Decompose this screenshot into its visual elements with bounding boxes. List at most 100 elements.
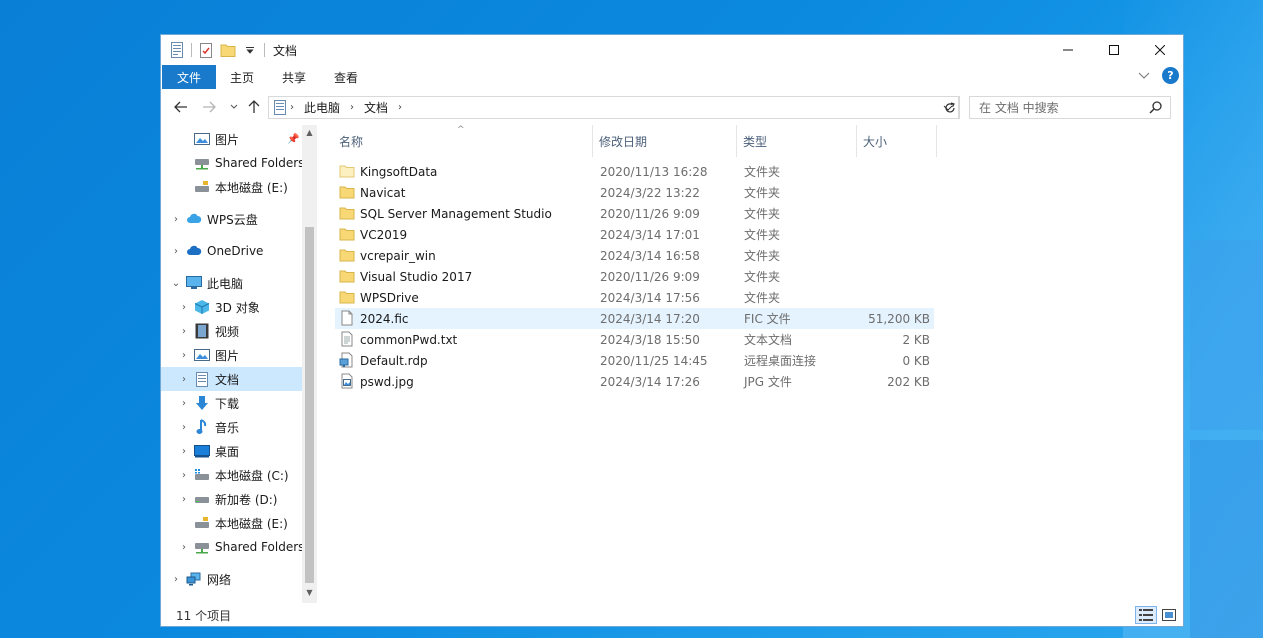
- column-headers: 名称 ^ 修改日期 类型 大小: [333, 125, 1113, 157]
- column-header-date[interactable]: 修改日期: [593, 125, 737, 157]
- scroll-up-icon[interactable]: ▲: [302, 125, 317, 139]
- table-row[interactable]: SQL Server Management Studio 2020/11/26 …: [335, 203, 934, 224]
- nav-item-shared-folders-2[interactable]: › Shared Folders: [161, 535, 304, 559]
- table-row[interactable]: Navicat 2024/3/22 13:22 文件夹: [335, 182, 934, 203]
- customize-toolbar-chevron-icon[interactable]: [242, 42, 258, 58]
- nav-item-local-disk-e[interactable]: 本地磁盘 (E:): [161, 175, 302, 199]
- search-input[interactable]: 在 文档 中搜索: [969, 96, 1171, 119]
- close-button[interactable]: [1137, 35, 1183, 65]
- search-placeholder: 在 文档 中搜索: [979, 101, 1059, 115]
- folder-icon: [339, 184, 355, 200]
- nav-item-pictures-pinned[interactable]: 图片 📌: [161, 127, 302, 151]
- chevron-right-icon[interactable]: ›: [179, 326, 189, 337]
- nav-item-desktop[interactable]: › 桌面: [161, 439, 302, 463]
- locked-drive-icon: [194, 179, 210, 195]
- breadcrumb-separator-icon[interactable]: ›: [286, 102, 298, 113]
- up-button[interactable]: [242, 95, 266, 119]
- explorer-window: 文档 文件 主页 共享 查看 ? › 此电脑 › 文档 › 在 文档 中搜索 图…: [160, 34, 1184, 627]
- tab-home[interactable]: 主页: [216, 65, 268, 89]
- nav-item-local-disk-c[interactable]: › 本地磁盘 (C:): [161, 463, 302, 487]
- chevron-right-icon[interactable]: ›: [179, 542, 189, 553]
- large-icons-view-button[interactable]: [1158, 606, 1180, 624]
- forward-button[interactable]: [197, 95, 221, 119]
- chevron-right-icon[interactable]: ›: [179, 398, 189, 409]
- table-row[interactable]: WPSDrive 2024/3/14 17:56 文件夹: [335, 287, 934, 308]
- ribbon-tabs: 文件 主页 共享 查看 ?: [161, 65, 1183, 89]
- nav-item-wps-cloud[interactable]: › WPS云盘: [161, 207, 302, 231]
- folder-icon: [339, 289, 355, 305]
- tab-view[interactable]: 查看: [320, 65, 372, 89]
- chevron-right-icon[interactable]: ›: [179, 302, 189, 313]
- nav-item-downloads[interactable]: › 下载: [161, 391, 302, 415]
- documents-icon: [269, 100, 286, 115]
- nav-item-music[interactable]: › 音乐: [161, 415, 302, 439]
- chevron-right-icon[interactable]: ›: [171, 246, 181, 257]
- maximize-icon: [1109, 45, 1119, 55]
- scroll-down-icon[interactable]: ▼: [302, 585, 317, 599]
- table-row[interactable]: VC2019 2024/3/14 17:01 文件夹: [335, 224, 934, 245]
- chevron-right-icon[interactable]: ›: [179, 350, 189, 361]
- help-icon[interactable]: ?: [1162, 67, 1179, 84]
- window-controls: [1045, 35, 1183, 65]
- nav-item-documents[interactable]: › 文档: [161, 367, 302, 391]
- videos-icon: [194, 323, 210, 339]
- chevron-right-icon[interactable]: ›: [179, 374, 189, 385]
- column-header-type[interactable]: 类型: [737, 125, 857, 157]
- title-bar: 文档: [161, 35, 1183, 65]
- table-row[interactable]: KingsoftData 2020/11/13 16:28 文件夹: [335, 161, 934, 182]
- documents-icon: [194, 371, 210, 387]
- file-list: 名称 ^ 修改日期 类型 大小 KingsoftData 2020/11/13 …: [333, 125, 1183, 603]
- minimize-button[interactable]: [1045, 35, 1091, 65]
- tab-share[interactable]: 共享: [268, 65, 320, 89]
- chevron-right-icon[interactable]: ›: [171, 214, 181, 225]
- refresh-icon: [944, 101, 955, 112]
- properties-icon[interactable]: [198, 42, 214, 58]
- table-row[interactable]: commonPwd.txt 2024/3/18 15:50 文本文档 2 KB: [335, 329, 934, 350]
- chevron-right-icon[interactable]: ›: [179, 446, 189, 457]
- up-arrow-icon: [248, 100, 260, 113]
- table-row[interactable]: vcrepair_win 2024/3/14 16:58 文件夹: [335, 245, 934, 266]
- nav-item-local-disk-e-2[interactable]: 本地磁盘 (E:): [161, 511, 302, 535]
- breadcrumb-separator-icon[interactable]: ›: [346, 102, 358, 113]
- address-bar[interactable]: › 此电脑 › 文档 ›: [268, 96, 959, 119]
- nav-item-videos[interactable]: › 视频: [161, 319, 302, 343]
- table-row[interactable]: Default.rdp 2020/11/25 14:45 远程桌面连接 0 KB: [335, 350, 934, 371]
- pin-icon[interactable]: 📌: [287, 134, 299, 145]
- chevron-right-icon[interactable]: ›: [179, 494, 189, 505]
- network-drive-icon: [194, 539, 210, 555]
- tab-file[interactable]: 文件: [162, 65, 217, 89]
- nav-item-pictures[interactable]: › 图片: [161, 343, 302, 367]
- nav-item-onedrive[interactable]: › OneDrive: [161, 239, 302, 263]
- nav-item-this-pc[interactable]: ⌄ 此电脑: [161, 271, 302, 295]
- nav-item-new-volume-d[interactable]: › 新加卷 (D:): [161, 487, 302, 511]
- chevron-right-icon[interactable]: ›: [171, 574, 181, 585]
- column-header-size[interactable]: 大小: [857, 125, 937, 157]
- onedrive-icon: [186, 243, 202, 259]
- nav-scrollbar[interactable]: ▲ ▼: [302, 125, 317, 603]
- table-row[interactable]: Visual Studio 2017 2020/11/26 9:09 文件夹: [335, 266, 934, 287]
- chevron-right-icon[interactable]: ›: [179, 470, 189, 481]
- desktop-logo-pane: [1190, 240, 1263, 430]
- network-drive-icon: [194, 155, 210, 171]
- chevron-down-icon[interactable]: ⌄: [171, 278, 181, 289]
- scrollbar-thumb[interactable]: [305, 227, 314, 583]
- maximize-button[interactable]: [1091, 35, 1137, 65]
- refresh-button[interactable]: [940, 96, 960, 119]
- nav-item-network[interactable]: › 网络: [161, 567, 302, 591]
- table-row[interactable]: pswd.jpg 2024/3/14 17:26 JPG 文件 202 KB: [335, 371, 934, 392]
- breadcrumb-this-pc[interactable]: 此电脑: [298, 99, 346, 116]
- breadcrumb-separator-icon[interactable]: ›: [394, 102, 406, 113]
- nav-item-shared-folders[interactable]: Shared Folders: [161, 151, 304, 175]
- expand-ribbon-chevron-icon[interactable]: [1138, 69, 1150, 83]
- nav-item-3d-objects[interactable]: › 3D 对象: [161, 295, 302, 319]
- breadcrumb-documents[interactable]: 文档: [358, 99, 394, 116]
- quick-access-toolbar: [161, 42, 265, 58]
- chevron-right-icon[interactable]: ›: [179, 422, 189, 433]
- details-view-button[interactable]: [1135, 606, 1157, 624]
- back-button[interactable]: [169, 95, 193, 119]
- image-file-icon: [339, 373, 355, 389]
- desktop-icon: [194, 443, 210, 459]
- table-row[interactable]: 2024.fic 2024/3/14 17:20 FIC 文件 51,200 K…: [335, 308, 934, 329]
- drive-icon: [194, 491, 210, 507]
- new-folder-icon[interactable]: [220, 42, 236, 58]
